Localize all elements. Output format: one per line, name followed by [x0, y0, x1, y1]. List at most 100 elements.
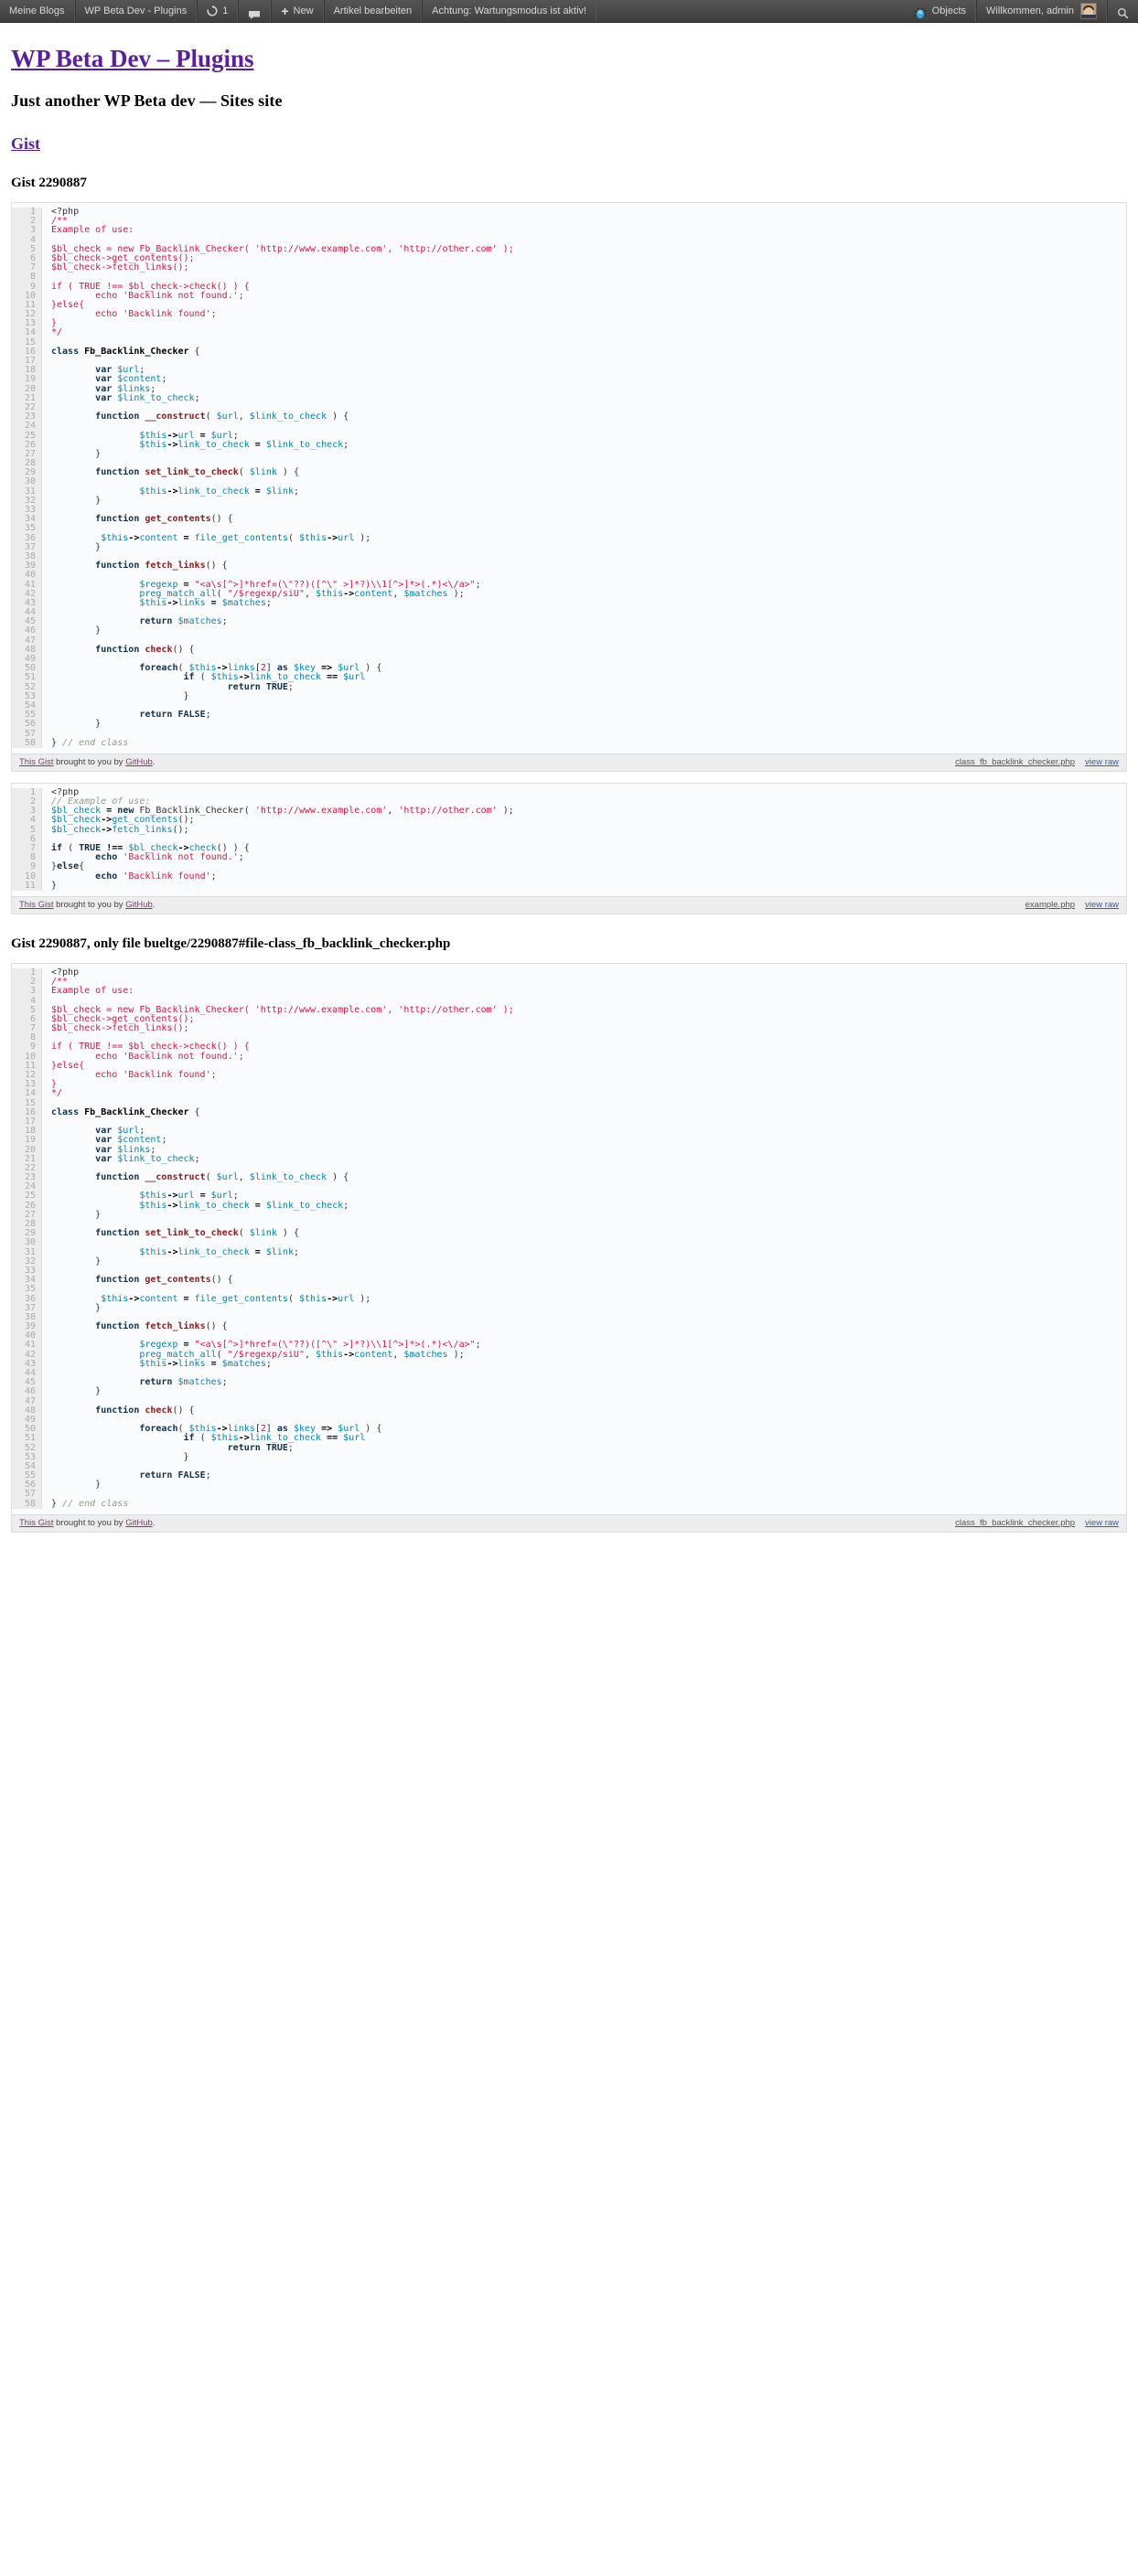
period: . [152, 1517, 156, 1528]
code-line: echo 'Backlink not found.'; [95, 852, 244, 863]
code-line: var $links; [95, 1144, 156, 1155]
code-line: function fetch_links() { [95, 1321, 228, 1332]
code-line: /** [51, 977, 69, 988]
code-line: $this->content = file_get_contents( $thi… [101, 1293, 371, 1304]
adminbar-my-blogs[interactable]: Meine Blogs [0, 0, 75, 22]
wp-admin-bar: Meine Blogs WP Beta Dev - Plugins 1 + Ne… [0, 0, 1138, 23]
gist-widget: 1 2 3 4 5 6 7 8 9 10 11 12 13 14 15 16 17 18 19 20 21 22 23 24 2… [11, 202, 1127, 772]
gist-code[interactable]: <?php/** Example of use: $bl_check = new … [42, 208, 1126, 748]
refresh-icon [207, 5, 218, 16]
adminbar-new-content[interactable]: + New [271, 0, 324, 22]
code-line: $bl_check->get_contents(); [51, 252, 195, 263]
gist-filename-link[interactable]: class_fb_backlink_checker.php [955, 1518, 1075, 1528]
view-raw-link[interactable]: view raw [1085, 1518, 1119, 1528]
code-line: } [51, 880, 58, 891]
post-title-link[interactable]: Gist [11, 134, 40, 153]
code-line: <?php [51, 967, 80, 978]
code-line: } [51, 1451, 189, 1462]
code-line: Example of use: [51, 225, 134, 236]
adminbar-objects[interactable]: Objects [905, 0, 977, 22]
gist-filename-link[interactable]: class_fb_backlink_checker.php [955, 757, 1075, 767]
code-line: } [51, 448, 102, 459]
code-line: return TRUE; [227, 681, 294, 692]
this-gist-link[interactable]: This Gist [19, 1518, 53, 1528]
site-tagline: Just another WP Beta dev — Sites site [11, 91, 283, 111]
period: . [152, 756, 156, 767]
code-line: $this->links = $matches; [139, 597, 272, 608]
gist-code[interactable]: <?php// Example of use: $bl_check = new F… [42, 788, 1126, 891]
github-link[interactable]: GitHub [125, 900, 153, 910]
view-raw-link[interactable]: view raw [1085, 900, 1119, 910]
view-raw-link[interactable]: view raw [1085, 757, 1119, 767]
avatar [1080, 3, 1097, 19]
section-heading-gist-2: Gist 2290887, only file bueltge/2290887#… [11, 935, 451, 951]
code-line: $this->links = $matches; [139, 1358, 272, 1369]
code-line: class Fb_Backlink_Checker { [51, 1106, 200, 1117]
code-line: echo 'Backlink not found.'; [51, 1051, 244, 1062]
site-title-link[interactable]: WP Beta Dev – Plugins [11, 45, 254, 72]
code-line: */ [51, 327, 63, 338]
adminbar-site-name[interactable]: WP Beta Dev - Plugins [74, 0, 198, 22]
github-link[interactable]: GitHub [125, 757, 153, 767]
gist-file-actions: class_fb_backlink_checker.php view raw [955, 757, 1119, 767]
code-line: $this->link_to_check = $link; [139, 1246, 299, 1257]
adminbar-updates[interactable]: 1 [197, 0, 239, 22]
adminbar-edit-post-label: Artikel bearbeiten [333, 5, 413, 16]
gist-code[interactable]: <?php/** Example of use: $bl_check = new … [42, 968, 1126, 1509]
code-line: } [51, 625, 102, 636]
adminbar-maintenance-notice[interactable]: Achtung: Wartungsmodus ist aktiv! [422, 0, 597, 22]
code-line: var $content; [95, 1135, 167, 1146]
code-line: function set_link_to_check( $link ) { [95, 467, 299, 478]
gist-line-numbers: 1 2 3 4 5 6 7 8 9 10 11 12 13 14 15 16 17 18 19 20 21 22 23 24 2… [12, 967, 42, 1509]
code-line: } // end class [51, 1498, 129, 1509]
code-line: } [51, 1079, 58, 1090]
bug-icon [914, 5, 927, 18]
code-line: var $link_to_check; [95, 1153, 200, 1164]
this-gist-link[interactable]: This Gist [19, 900, 53, 910]
gist-footer: This Gist brought to you by GitHub. clas… [12, 753, 1126, 771]
github-link[interactable]: GitHub [125, 1518, 153, 1528]
code-line: $bl_check->get_contents(); [51, 815, 195, 826]
code-line: return FALSE; [139, 1470, 211, 1481]
code-line: var $link_to_check; [95, 392, 200, 403]
brought-text: brought to you by [53, 756, 126, 767]
this-gist-link[interactable]: This Gist [19, 757, 53, 767]
code-line: $this->link_to_check = $link_to_check; [139, 439, 349, 450]
adminbar-comments[interactable] [238, 0, 272, 22]
page-content: WP Beta Dev – Plugins Just another WP Be… [0, 23, 1138, 1533]
code-line: return FALSE; [139, 710, 211, 721]
code-line: } [51, 1209, 102, 1220]
code-line: $bl_check->fetch_links(); [51, 1023, 189, 1034]
adminbar-my-account[interactable]: Willkommen, admin [976, 0, 1107, 22]
gist-file-actions: example.php view raw [1025, 900, 1119, 910]
adminbar-search[interactable] [1107, 0, 1138, 22]
code-line: } [51, 495, 102, 506]
code-line: function __construct( $url, $link_to_che… [95, 412, 349, 422]
gist-attribution: This Gist brought to you by GitHub. [19, 757, 155, 767]
adminbar-objects-label: Objects [931, 5, 967, 16]
gist-line-numbers: 1 2 3 4 5 6 7 8 9 10 11 [12, 787, 42, 891]
code-line: } [51, 1302, 102, 1313]
post-title: Gist [11, 134, 1127, 154]
brought-text: brought to you by [53, 1517, 126, 1528]
code-line: } [51, 541, 102, 552]
gist-body: 1 2 3 4 5 6 7 8 9 10 11 12 13 14 15 16 17 18 19 20 21 22 23 24 2… [12, 963, 1126, 1514]
gist-body: 1 2 3 4 5 6 7 8 9 10 11 <?php// Example of use: $bl… [12, 783, 1126, 896]
code-line: class Fb_Backlink_Checker { [51, 346, 200, 357]
gist-footer: This Gist brought to you by GitHub. exam… [12, 895, 1126, 914]
code-line: } [51, 1386, 102, 1397]
adminbar-my-blogs-label: Meine Blogs [9, 5, 65, 16]
adminbar-edit-post[interactable]: Artikel bearbeiten [323, 0, 423, 22]
code-line: var $content; [95, 374, 167, 385]
gist-filename-link[interactable]: example.php [1025, 900, 1075, 910]
line-number: 58 [24, 1498, 36, 1509]
gist-line-numbers: 1 2 3 4 5 6 7 8 9 10 11 12 13 14 15 16 17 18 19 20 21 22 23 24 2… [12, 207, 42, 748]
